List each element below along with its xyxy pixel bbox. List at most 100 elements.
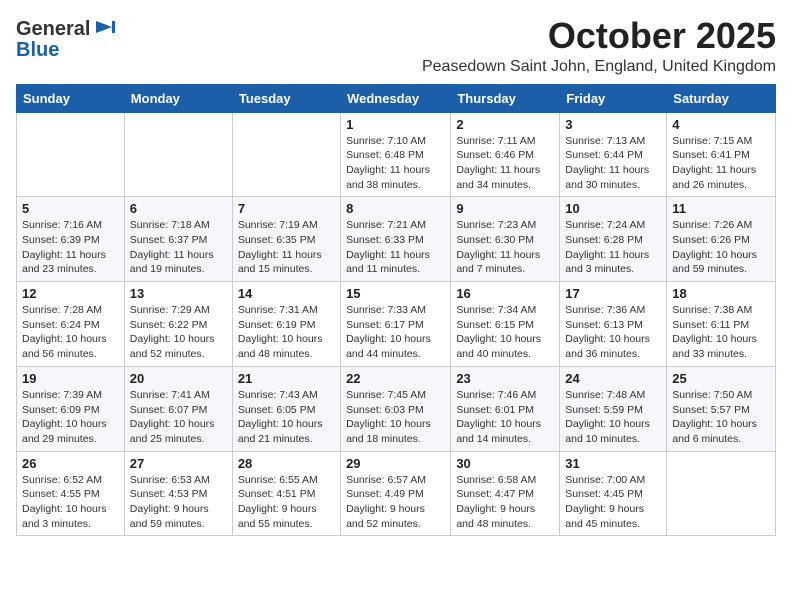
day-info: Sunrise: 7:41 AM Sunset: 6:07 PM Dayligh… <box>130 388 227 447</box>
day-info: Sunrise: 7:38 AM Sunset: 6:11 PM Dayligh… <box>672 303 770 362</box>
logo-icon <box>94 16 116 38</box>
day-info: Sunrise: 7:36 AM Sunset: 6:13 PM Dayligh… <box>565 303 661 362</box>
day-info: Sunrise: 7:33 AM Sunset: 6:17 PM Dayligh… <box>346 303 445 362</box>
day-header-friday: Friday <box>560 84 667 112</box>
logo-general-text: General <box>16 18 90 41</box>
day-header-sunday: Sunday <box>17 84 125 112</box>
calendar-cell: 17 Sunrise: 7:36 AM Sunset: 6:13 PM Dayli… <box>560 282 667 367</box>
calendar-cell: 15 Sunrise: 7:33 AM Sunset: 6:17 PM Dayli… <box>341 282 451 367</box>
day-number: 9 <box>456 201 554 216</box>
calendar-cell: 10 Sunrise: 7:24 AM Sunset: 6:28 PM Dayli… <box>560 197 667 282</box>
day-number: 16 <box>456 286 554 301</box>
calendar-cell: 27 Sunrise: 6:53 AM Sunset: 4:53 PM Dayli… <box>124 451 232 536</box>
day-number: 26 <box>22 456 119 471</box>
day-number: 29 <box>346 456 445 471</box>
calendar-cell: 7 Sunrise: 7:19 AM Sunset: 6:35 PM Daylig… <box>232 197 340 282</box>
calendar-cell <box>17 112 125 197</box>
day-number: 17 <box>565 286 661 301</box>
calendar-cell: 31Sunrise: 7:00 AM Sunset: 4:45 PM Dayli… <box>560 451 667 536</box>
calendar-cell: 21 Sunrise: 7:43 AM Sunset: 6:05 PM Dayli… <box>232 366 340 451</box>
day-number: 27 <box>130 456 227 471</box>
day-info: Sunrise: 7:24 AM Sunset: 6:28 PM Dayligh… <box>565 218 661 277</box>
day-info: Sunrise: 7:50 AM Sunset: 5:57 PM Dayligh… <box>672 388 770 447</box>
day-number: 21 <box>238 371 335 386</box>
day-info: Sunrise: 7:18 AM Sunset: 6:37 PM Dayligh… <box>130 218 227 277</box>
day-number: 23 <box>456 371 554 386</box>
day-header-tuesday: Tuesday <box>232 84 340 112</box>
day-number: 22 <box>346 371 445 386</box>
day-info: Sunrise: 7:15 AM Sunset: 6:41 PM Dayligh… <box>672 134 770 193</box>
day-number: 7 <box>238 201 335 216</box>
week-row-3: 12 Sunrise: 7:28 AM Sunset: 6:24 PM Dayli… <box>17 282 776 367</box>
day-number: 5 <box>22 201 119 216</box>
week-row-4: 19 Sunrise: 7:39 AM Sunset: 6:09 PM Dayli… <box>17 366 776 451</box>
day-info: Sunrise: 6:52 AM Sunset: 4:55 PM Dayligh… <box>22 473 119 532</box>
calendar-cell: 12 Sunrise: 7:28 AM Sunset: 6:24 PM Dayli… <box>17 282 125 367</box>
day-number: 2 <box>456 117 554 132</box>
day-number: 25 <box>672 371 770 386</box>
day-info: Sunrise: 7:23 AM Sunset: 6:30 PM Dayligh… <box>456 218 554 277</box>
day-number: 10 <box>565 201 661 216</box>
calendar-cell: 2 Sunrise: 7:11 AM Sunset: 6:46 PM Daylig… <box>451 112 560 197</box>
day-number: 8 <box>346 201 445 216</box>
location: Peasedown Saint John, England, United Ki… <box>422 58 776 76</box>
day-info: Sunrise: 7:31 AM Sunset: 6:19 PM Dayligh… <box>238 303 335 362</box>
day-number: 6 <box>130 201 227 216</box>
day-info: Sunrise: 7:21 AM Sunset: 6:33 PM Dayligh… <box>346 218 445 277</box>
day-number: 18 <box>672 286 770 301</box>
day-number: 19 <box>22 371 119 386</box>
calendar-cell: 11Sunrise: 7:26 AM Sunset: 6:26 PM Dayli… <box>667 197 776 282</box>
day-header-saturday: Saturday <box>667 84 776 112</box>
logo-blue-text: Blue <box>16 39 59 61</box>
calendar-cell: 26 Sunrise: 6:52 AM Sunset: 4:55 PM Dayli… <box>17 451 125 536</box>
day-info: Sunrise: 7:11 AM Sunset: 6:46 PM Dayligh… <box>456 134 554 193</box>
day-info: Sunrise: 7:16 AM Sunset: 6:39 PM Dayligh… <box>22 218 119 277</box>
title-block: October 2025 Peasedown Saint John, Engla… <box>422 16 776 76</box>
day-info: Sunrise: 7:45 AM Sunset: 6:03 PM Dayligh… <box>346 388 445 447</box>
day-number: 4 <box>672 117 770 132</box>
day-number: 11 <box>672 201 770 216</box>
calendar-cell <box>124 112 232 197</box>
calendar-cell: 14Sunrise: 7:31 AM Sunset: 6:19 PM Dayli… <box>232 282 340 367</box>
day-info: Sunrise: 7:48 AM Sunset: 5:59 PM Dayligh… <box>565 388 661 447</box>
calendar-cell: 18 Sunrise: 7:38 AM Sunset: 6:11 PM Dayli… <box>667 282 776 367</box>
day-info: Sunrise: 7:28 AM Sunset: 6:24 PM Dayligh… <box>22 303 119 362</box>
day-number: 15 <box>346 286 445 301</box>
day-info: Sunrise: 7:13 AM Sunset: 6:44 PM Dayligh… <box>565 134 661 193</box>
day-info: Sunrise: 7:43 AM Sunset: 6:05 PM Dayligh… <box>238 388 335 447</box>
calendar-table: SundayMondayTuesdayWednesdayThursdayFrid… <box>16 84 776 537</box>
week-row-5: 26 Sunrise: 6:52 AM Sunset: 4:55 PM Dayli… <box>17 451 776 536</box>
calendar-cell: 19 Sunrise: 7:39 AM Sunset: 6:09 PM Dayli… <box>17 366 125 451</box>
day-number: 13 <box>130 286 227 301</box>
day-number: 31 <box>565 456 661 471</box>
day-number: 3 <box>565 117 661 132</box>
day-number: 20 <box>130 371 227 386</box>
day-info: Sunrise: 7:19 AM Sunset: 6:35 PM Dayligh… <box>238 218 335 277</box>
day-info: Sunrise: 6:53 AM Sunset: 4:53 PM Dayligh… <box>130 473 227 532</box>
calendar-cell: 5 Sunrise: 7:16 AM Sunset: 6:39 PM Daylig… <box>17 197 125 282</box>
day-header-monday: Monday <box>124 84 232 112</box>
calendar-cell: 23 Sunrise: 7:46 AM Sunset: 6:01 PM Dayli… <box>451 366 560 451</box>
calendar-cell <box>667 451 776 536</box>
day-info: Sunrise: 7:46 AM Sunset: 6:01 PM Dayligh… <box>456 388 554 447</box>
calendar-cell: 3 Sunrise: 7:13 AM Sunset: 6:44 PM Daylig… <box>560 112 667 197</box>
day-number: 24 <box>565 371 661 386</box>
day-info: Sunrise: 7:39 AM Sunset: 6:09 PM Dayligh… <box>22 388 119 447</box>
calendar-cell: 4 Sunrise: 7:15 AM Sunset: 6:41 PM Daylig… <box>667 112 776 197</box>
day-info: Sunrise: 7:34 AM Sunset: 6:15 PM Dayligh… <box>456 303 554 362</box>
calendar-cell: 22 Sunrise: 7:45 AM Sunset: 6:03 PM Dayli… <box>341 366 451 451</box>
calendar-cell: 28Sunrise: 6:55 AM Sunset: 4:51 PM Dayli… <box>232 451 340 536</box>
calendar-cell: 24 Sunrise: 7:48 AM Sunset: 5:59 PM Dayli… <box>560 366 667 451</box>
day-info: Sunrise: 7:29 AM Sunset: 6:22 PM Dayligh… <box>130 303 227 362</box>
day-number: 12 <box>22 286 119 301</box>
day-info: Sunrise: 6:57 AM Sunset: 4:49 PM Dayligh… <box>346 473 445 532</box>
calendar-cell <box>232 112 340 197</box>
calendar-cell: 29 Sunrise: 6:57 AM Sunset: 4:49 PM Dayli… <box>341 451 451 536</box>
calendar-cell: 25 Sunrise: 7:50 AM Sunset: 5:57 PM Dayli… <box>667 366 776 451</box>
calendar-cell: 20 Sunrise: 7:41 AM Sunset: 6:07 PM Dayli… <box>124 366 232 451</box>
week-row-2: 5 Sunrise: 7:16 AM Sunset: 6:39 PM Daylig… <box>17 197 776 282</box>
days-header-row: SundayMondayTuesdayWednesdayThursdayFrid… <box>17 84 776 112</box>
calendar-cell: 16 Sunrise: 7:34 AM Sunset: 6:15 PM Dayli… <box>451 282 560 367</box>
day-info: Sunrise: 6:55 AM Sunset: 4:51 PM Dayligh… <box>238 473 335 532</box>
day-number: 30 <box>456 456 554 471</box>
